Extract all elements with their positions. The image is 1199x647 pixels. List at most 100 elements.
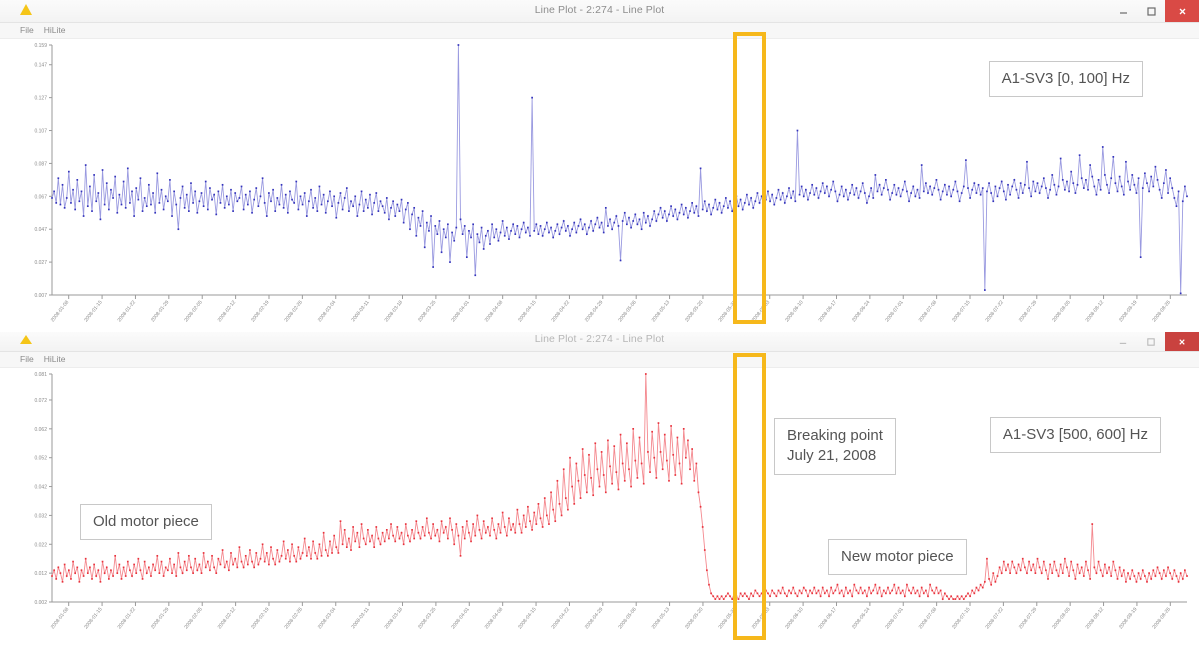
titlebar-bottom[interactable]: Line Plot - 2:274 - Line Plot bbox=[0, 332, 1199, 352]
svg-text:2008-06-10: 2008-06-10 bbox=[784, 606, 805, 630]
svg-text:2008-02-05: 2008-02-05 bbox=[183, 606, 204, 630]
svg-text:2008-06-24: 2008-06-24 bbox=[851, 299, 872, 323]
svg-text:2008-03-04: 2008-03-04 bbox=[317, 299, 338, 323]
svg-text:2008-07-08: 2008-07-08 bbox=[918, 299, 939, 323]
svg-text:2008-04-15: 2008-04-15 bbox=[517, 606, 538, 630]
svg-text:0.087: 0.087 bbox=[34, 161, 47, 167]
svg-text:2008-01-08: 2008-01-08 bbox=[50, 299, 71, 323]
window-title-bottom: Line Plot - 2:274 - Line Plot bbox=[534, 333, 665, 345]
close-button-top[interactable] bbox=[1165, 0, 1199, 22]
svg-text:2008-04-08: 2008-04-08 bbox=[484, 299, 505, 323]
menu-item-hilite-top[interactable]: HiLite bbox=[44, 26, 66, 35]
svg-text:2008-03-18: 2008-03-18 bbox=[384, 606, 405, 630]
line-plot-canvas-bottom[interactable]: 0.002 0.012 0.022 0.032 0.042 0.052 0.062 0.072… bbox=[8, 368, 1191, 646]
window-title-top: Line Plot - 2:274 - Line Plot bbox=[534, 4, 665, 16]
annotation-breaking-point: Breaking point July 21, 2008 bbox=[774, 418, 896, 475]
svg-text:2008-01-15: 2008-01-15 bbox=[83, 606, 104, 630]
svg-text:0.072: 0.072 bbox=[34, 398, 47, 404]
minimize-button-top[interactable] bbox=[1109, 0, 1137, 22]
svg-text:2008-02-05: 2008-02-05 bbox=[183, 299, 204, 323]
svg-text:2008-05-27: 2008-05-27 bbox=[717, 299, 738, 323]
svg-text:2008-04-22: 2008-04-22 bbox=[551, 606, 572, 630]
svg-text:2008-03-11: 2008-03-11 bbox=[350, 299, 370, 323]
menu-item-file-bottom[interactable]: File bbox=[20, 355, 34, 364]
svg-text:2008-01-15: 2008-01-15 bbox=[83, 299, 104, 323]
svg-text:2008-06-03: 2008-06-03 bbox=[751, 606, 772, 630]
svg-text:2008-08-26: 2008-08-26 bbox=[1151, 299, 1172, 323]
svg-text:2008-06-24: 2008-06-24 bbox=[851, 606, 872, 630]
svg-text:2008-05-13: 2008-05-13 bbox=[651, 606, 672, 630]
svg-text:0.147: 0.147 bbox=[34, 63, 47, 69]
svg-text:2008-08-05: 2008-08-05 bbox=[1051, 606, 1072, 630]
svg-text:0.052: 0.052 bbox=[34, 456, 47, 462]
maximize-button-top[interactable] bbox=[1137, 0, 1165, 22]
svg-text:0.007: 0.007 bbox=[34, 293, 47, 299]
menubar-top: File HiLite bbox=[0, 23, 1199, 39]
svg-text:2008-07-22: 2008-07-22 bbox=[984, 606, 1005, 630]
svg-text:2008-08-26: 2008-08-26 bbox=[1151, 606, 1172, 630]
svg-text:0.062: 0.062 bbox=[34, 427, 47, 433]
svg-text:2008-04-08: 2008-04-08 bbox=[484, 606, 505, 630]
svg-text:2008-03-25: 2008-03-25 bbox=[417, 606, 438, 630]
svg-text:2008-07-29: 2008-07-29 bbox=[1018, 606, 1039, 630]
svg-text:2008-08-19: 2008-08-19 bbox=[1118, 299, 1139, 323]
svg-text:2008-02-19: 2008-02-19 bbox=[250, 606, 271, 630]
svg-text:2008-07-15: 2008-07-15 bbox=[951, 299, 972, 323]
svg-text:2008-02-12: 2008-02-12 bbox=[217, 606, 238, 630]
svg-text:0.067: 0.067 bbox=[34, 194, 47, 200]
window-controls-top bbox=[1109, 0, 1199, 22]
menu-item-file-top[interactable]: File bbox=[20, 26, 34, 35]
svg-text:2008-03-25: 2008-03-25 bbox=[417, 299, 438, 323]
maximize-button-bottom[interactable] bbox=[1137, 332, 1165, 351]
close-button-bottom[interactable] bbox=[1165, 332, 1199, 351]
svg-text:2008-02-26: 2008-02-26 bbox=[283, 606, 304, 630]
svg-text:0.047: 0.047 bbox=[34, 227, 47, 233]
svg-text:2008-04-29: 2008-04-29 bbox=[584, 299, 605, 323]
svg-text:2008-01-22: 2008-01-22 bbox=[117, 606, 138, 630]
svg-text:0.127: 0.127 bbox=[34, 96, 47, 102]
svg-text:2008-05-06: 2008-05-06 bbox=[617, 299, 638, 323]
svg-text:2008-06-10: 2008-06-10 bbox=[784, 299, 805, 323]
svg-text:0.159: 0.159 bbox=[34, 43, 47, 49]
titlebar-top[interactable]: Line Plot - 2:274 - Line Plot bbox=[0, 0, 1199, 23]
svg-text:0.042: 0.042 bbox=[34, 485, 47, 491]
svg-text:2008-03-04: 2008-03-04 bbox=[317, 606, 338, 630]
annotation-frequency-bottom: A1-SV3 [500, 600] Hz bbox=[989, 417, 1161, 454]
svg-text:2008-05-13: 2008-05-13 bbox=[651, 299, 672, 323]
svg-text:2008-06-03: 2008-06-03 bbox=[751, 299, 772, 323]
line-plot-canvas-top[interactable]: 0.007 0.027 0.047 0.067 0.087 0.107 0.127 0.147… bbox=[8, 39, 1191, 337]
svg-text:2008-01-22: 2008-01-22 bbox=[117, 299, 138, 323]
svg-text:2008-04-29: 2008-04-29 bbox=[584, 606, 605, 630]
line-plot-window-top: Line Plot - 2:274 - Line Plot File HiLit… bbox=[0, 0, 1199, 338]
svg-text:2008-06-17: 2008-06-17 bbox=[818, 299, 839, 323]
svg-text:2008-07-22: 2008-07-22 bbox=[984, 299, 1005, 323]
svg-text:2008-05-20: 2008-05-20 bbox=[684, 606, 705, 630]
svg-text:2008-04-01: 2008-04-01 bbox=[450, 299, 471, 323]
svg-text:0.032: 0.032 bbox=[34, 513, 47, 519]
svg-text:0.027: 0.027 bbox=[34, 260, 47, 266]
svg-text:2008-01-29: 2008-01-29 bbox=[150, 606, 171, 630]
line-plot-window-bottom: Line Plot - 2:274 - Line Plot File HiLit… bbox=[0, 332, 1199, 647]
svg-text:2008-07-15: 2008-07-15 bbox=[951, 606, 972, 630]
svg-text:2008-06-17: 2008-06-17 bbox=[818, 606, 839, 630]
annotation-new-motor-piece: New motor piece bbox=[828, 539, 967, 576]
menubar-bottom: File HiLite bbox=[0, 352, 1199, 368]
annotation-frequency-top: A1-SV3 [0, 100] Hz bbox=[988, 61, 1143, 98]
svg-text:2008-08-05: 2008-08-05 bbox=[1051, 299, 1072, 323]
svg-text:2008-08-12: 2008-08-12 bbox=[1085, 606, 1106, 630]
svg-text:0.012: 0.012 bbox=[34, 571, 47, 577]
svg-text:2008-07-29: 2008-07-29 bbox=[1018, 299, 1039, 323]
minimize-button-bottom[interactable] bbox=[1109, 332, 1137, 351]
svg-text:2008-05-06: 2008-05-06 bbox=[617, 606, 638, 630]
menu-item-hilite-bottom[interactable]: HiLite bbox=[44, 355, 66, 364]
svg-text:2008-01-29: 2008-01-29 bbox=[150, 299, 171, 323]
svg-text:2008-05-27: 2008-05-27 bbox=[717, 606, 738, 630]
svg-text:2008-07-01: 2008-07-01 bbox=[884, 299, 905, 323]
svg-text:2008-03-18: 2008-03-18 bbox=[384, 299, 405, 323]
svg-text:2008-05-20: 2008-05-20 bbox=[684, 299, 705, 323]
svg-text:0.022: 0.022 bbox=[34, 542, 47, 548]
svg-text:2008-02-12: 2008-02-12 bbox=[217, 299, 238, 323]
annotation-old-motor-piece: Old motor piece bbox=[80, 504, 212, 541]
svg-text:0.107: 0.107 bbox=[34, 129, 47, 135]
svg-text:2008-08-19: 2008-08-19 bbox=[1118, 606, 1139, 630]
